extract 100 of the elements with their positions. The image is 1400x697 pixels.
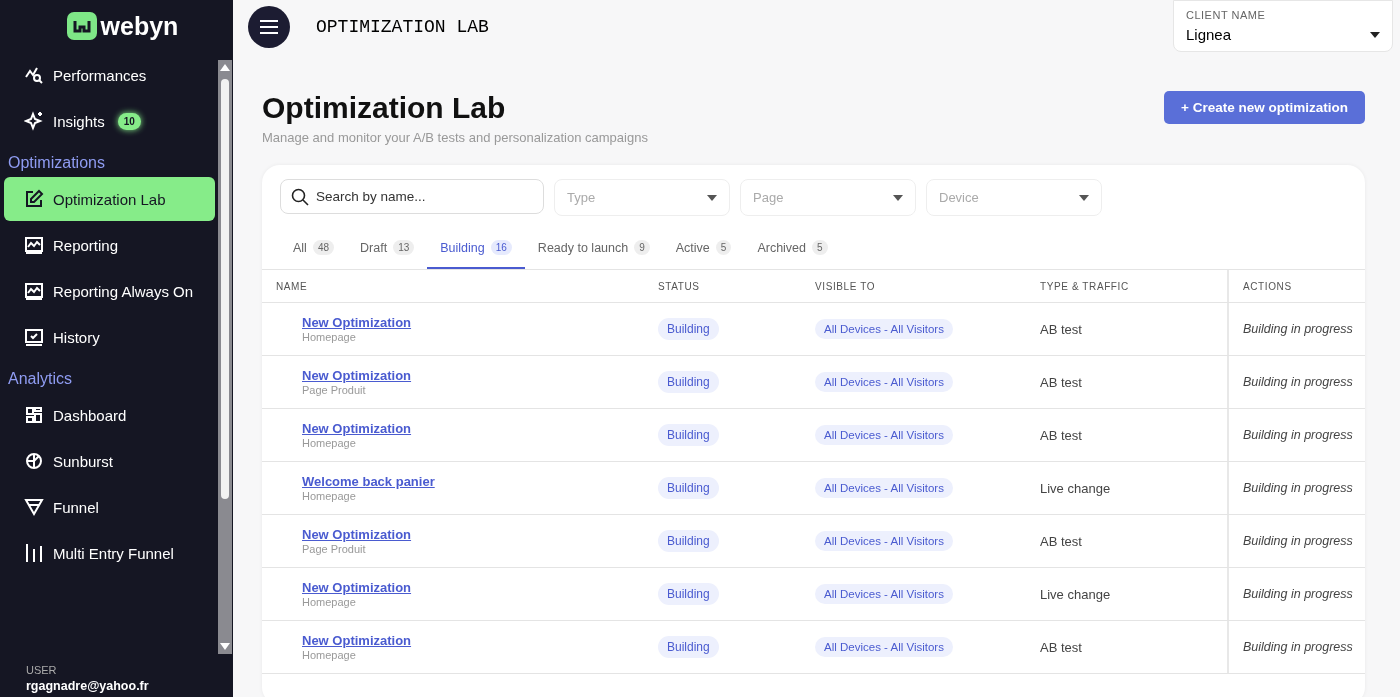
status-badge: Building [658, 371, 719, 393]
optimization-link[interactable]: Welcome back panier [302, 474, 435, 489]
nav-item[interactable]: Optimization Lab [4, 177, 215, 221]
client-select[interactable]: CLIENT NAME Lignea [1173, 0, 1393, 52]
nav-item[interactable]: Insights 10 [4, 99, 215, 143]
pie-chart-icon [24, 451, 44, 471]
search-field[interactable]: Search by name... [280, 179, 544, 214]
caret-icon [1370, 31, 1380, 38]
client-label: CLIENT NAME [1186, 9, 1267, 21]
status-badge: Building [658, 583, 719, 605]
audience-badge: All Devices - All Visitors [815, 319, 953, 339]
action-status: Building in progress [1243, 375, 1353, 389]
caret-icon [707, 194, 717, 201]
count-badge: 5 [715, 240, 732, 255]
status-badge: Building [658, 318, 719, 340]
nav-section-heading: Analytics [7, 369, 74, 389]
bars-icon [24, 543, 44, 563]
action-status: Building in progress [1243, 322, 1353, 336]
column-header: TYPE & TRAFFIC [1039, 279, 1130, 294]
page-name: Homepage [302, 331, 356, 343]
count-badge: 16 [490, 240, 512, 255]
audience-badge: All Devices - All Visitors [815, 637, 953, 657]
count-badge: 48 [312, 240, 335, 255]
nav-section-heading: Optimizations [7, 153, 106, 173]
optimization-link[interactable]: New Optimization [302, 527, 412, 542]
caret-icon [1079, 194, 1089, 201]
filter-tab[interactable]: Ready to launch 9 [524, 240, 663, 269]
page-title: Optimization Lab [262, 91, 507, 125]
caret-icon [893, 194, 903, 201]
table-cell: AB test [1040, 533, 1082, 549]
sparkle-icon [24, 111, 44, 131]
menu-icon [260, 20, 278, 34]
filter-tab[interactable]: Active 5 [662, 240, 745, 269]
audience-badge: All Devices - All Visitors [815, 584, 953, 604]
filter-tab[interactable]: Archived 5 [744, 240, 841, 269]
nav-item[interactable]: Dashboard [4, 393, 215, 437]
chart-icon [24, 281, 44, 301]
action-status: Building in progress [1243, 534, 1353, 548]
optimization-link[interactable]: New Optimization [302, 421, 412, 436]
monitor-check-icon [24, 327, 44, 347]
action-status: Building in progress [1243, 587, 1353, 601]
page-header-title: OPTIMIZATION LAB [316, 17, 490, 37]
table-cell: AB test [1040, 321, 1082, 337]
optimization-link[interactable]: New Optimization [302, 368, 412, 383]
page-name: Page Produit [302, 543, 366, 555]
logo-icon [66, 12, 97, 40]
filter-tab[interactable]: Building 16 [427, 240, 525, 269]
count-badge: 5 [812, 240, 828, 255]
action-status: Building in progress [1243, 428, 1353, 442]
nav-item[interactable]: Performances [4, 53, 215, 97]
status-badge: Building [658, 477, 719, 499]
audience-badge: All Devices - All Visitors [815, 531, 953, 551]
audience-badge: All Devices - All Visitors [815, 372, 953, 392]
nav-item[interactable]: Sunburst [4, 439, 215, 483]
table-cell: AB test [1040, 374, 1082, 390]
column-header: VISIBLE TO [814, 279, 877, 294]
page-subtitle: Manage and monitor your A/B tests and personalization campaigns [262, 130, 648, 145]
menu-button[interactable] [248, 6, 290, 48]
page-name: Homepage [302, 649, 356, 661]
dashboard-icon [24, 405, 44, 425]
status-badge: Building [658, 530, 719, 552]
chart-icon [24, 235, 44, 255]
status-badge: Building [658, 636, 719, 658]
chart-magnifier-icon [24, 65, 44, 85]
nav-item[interactable]: Reporting Always On [4, 269, 215, 313]
optimization-link[interactable]: New Optimization [302, 633, 412, 648]
optimization-link[interactable]: New Optimization [302, 315, 412, 330]
page-name: Page Produit [302, 384, 366, 396]
table-cell: AB test [1040, 639, 1082, 655]
filter-tab[interactable]: Draft 13 [347, 240, 428, 269]
action-status: Building in progress [1243, 481, 1353, 495]
create-optimization-button[interactable]: + Create new optimization [1164, 91, 1365, 124]
audience-badge: All Devices - All Visitors [815, 478, 953, 498]
column-header: ACTIONS [1227, 270, 1365, 302]
edit-icon [24, 189, 44, 209]
scrollbar[interactable] [218, 60, 232, 654]
table-cell: Live change [1040, 586, 1111, 602]
nav-item[interactable]: Funnel [4, 485, 215, 529]
table-cell: Live change [1040, 480, 1111, 496]
nav-item[interactable]: Reporting [4, 223, 215, 267]
action-status: Building in progress [1243, 640, 1353, 654]
count-badge: 13 [393, 240, 415, 255]
column-header: NAME [275, 279, 309, 294]
optimization-link[interactable]: New Optimization [302, 580, 412, 595]
client-value: Lignea [1186, 26, 1232, 43]
status-badge: Building [658, 424, 719, 446]
count-badge: 10 [117, 112, 141, 130]
user-email: rgagnadre@yahoo.fr [26, 679, 150, 693]
filter-tab[interactable]: All 48 [280, 240, 348, 269]
logo-text: webyn [100, 11, 179, 41]
nav-item[interactable]: Multi Entry Funnel [4, 531, 215, 575]
count-badge: 9 [634, 240, 650, 255]
funnel-icon [24, 497, 44, 517]
page-name: Homepage [302, 437, 356, 449]
page-name: Homepage [302, 490, 356, 502]
nav-item[interactable]: History [4, 315, 215, 359]
audience-badge: All Devices - All Visitors [815, 425, 953, 445]
page-name: Homepage [302, 596, 356, 608]
user-label: USER [26, 664, 58, 676]
table-cell: AB test [1040, 427, 1082, 443]
